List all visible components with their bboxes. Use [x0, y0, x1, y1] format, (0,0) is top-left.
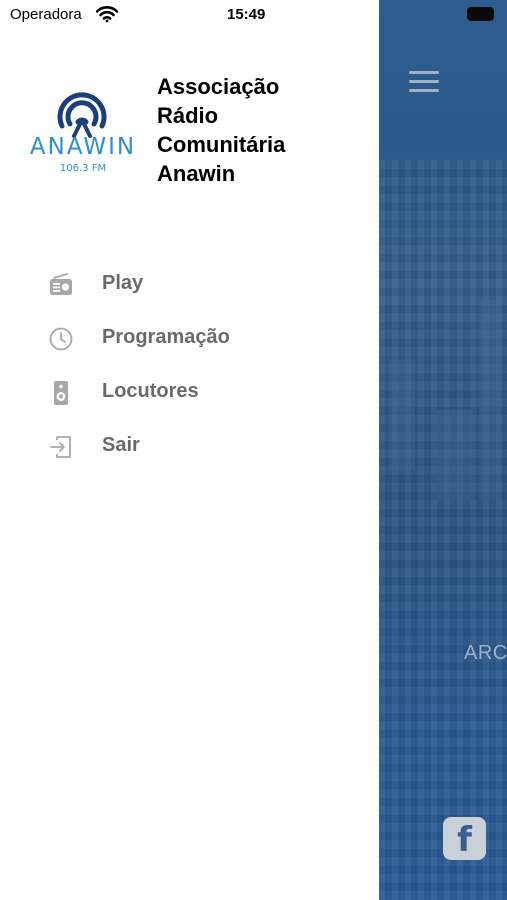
- station-name-line: Associação: [157, 74, 280, 99]
- station-logo: ANAWIN 106.3 FM: [20, 82, 146, 177]
- station-name-line: Rádio: [157, 103, 219, 128]
- menu-item-sair[interactable]: Sair: [0, 419, 379, 473]
- radio-waves-logo-icon: [57, 92, 107, 138]
- menu-item-locutores[interactable]: Locutores: [0, 365, 379, 419]
- drawer-menu: Play Programação Locutores Sair: [0, 257, 379, 473]
- status-bar: Operadora 15:49: [0, 0, 379, 30]
- building-shape: [389, 360, 415, 470]
- station-name-line: Anawin: [157, 161, 236, 186]
- menu-item-programacao[interactable]: Programação: [0, 311, 379, 365]
- menu-item-label: Play: [102, 272, 144, 294]
- facebook-button[interactable]: f: [443, 817, 486, 860]
- status-time: 15:49: [227, 6, 266, 23]
- menu-item-label: Sair: [102, 434, 140, 456]
- facebook-icon: f: [457, 820, 472, 860]
- menu-item-label: Locutores: [102, 380, 199, 402]
- city-background-image: [379, 160, 507, 900]
- station-name: Associação Rádio Comunitária Anawin: [157, 72, 367, 188]
- navigation-drawer: Operadora 15:49 ANAWIN 106.3 FM Associaç…: [0, 0, 379, 900]
- wifi-icon: [96, 6, 118, 23]
- drawer-header: ANAWIN 106.3 FM Associação Rádio Comunit…: [0, 60, 379, 200]
- menu-item-play[interactable]: Play: [0, 257, 379, 311]
- speaker-icon: [54, 381, 68, 405]
- building-shape: [437, 410, 471, 500]
- battery-icon: [467, 7, 494, 21]
- building-shape: [479, 300, 501, 500]
- carrier-label: Operadora: [10, 6, 82, 23]
- clock-icon: [49, 327, 73, 351]
- radio-icon: [50, 273, 72, 295]
- hamburger-menu-icon[interactable]: [409, 71, 439, 93]
- menu-item-label: Programação: [102, 326, 230, 348]
- logo-wordmark: ANAWIN: [29, 134, 137, 160]
- logout-icon: [50, 436, 71, 458]
- background-app: ARC f: [379, 0, 507, 900]
- station-name-line: Comunitária: [157, 132, 286, 157]
- logo-frequency: 106.3 FM: [59, 163, 107, 174]
- background-text: ARC: [464, 642, 507, 664]
